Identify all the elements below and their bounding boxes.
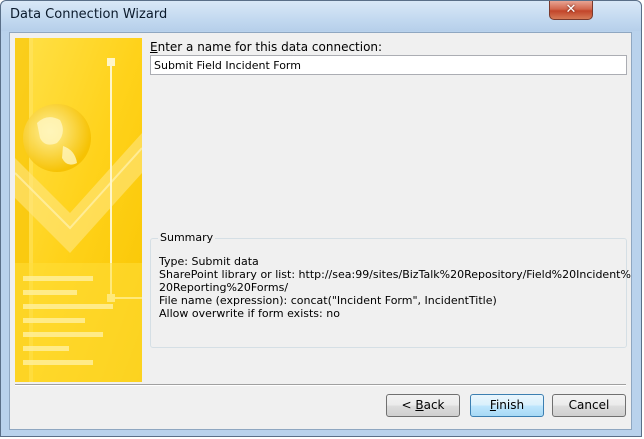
dialog-window: Data Connection Wizard ✕ Enter a name fo… [0, 0, 642, 437]
summary-group: Summary Type: Submit data SharePoint lib… [150, 231, 631, 348]
connection-name-label: Enter a name for this data connection: [150, 40, 382, 54]
finish-button[interactable]: Finish [470, 394, 544, 417]
wizard-banner-image [15, 38, 142, 382]
close-button[interactable]: ✕ [549, 1, 593, 20]
button-separator [15, 384, 626, 386]
cancel-button[interactable]: Cancel [552, 394, 626, 417]
close-icon: ✕ [565, 2, 577, 17]
title-bar[interactable]: Data Connection Wizard ✕ [1, 1, 641, 31]
summary-line: 20Reporting%20Forms/ [159, 281, 289, 294]
cancel-button-label: Cancel [568, 398, 610, 412]
summary-line: Type: Submit data [159, 255, 259, 268]
back-button-label: < Back [401, 398, 445, 412]
finish-button-label: Finish [489, 398, 525, 412]
connection-name-label-text: nter a name for this data connection: [157, 40, 383, 54]
window-title: Data Connection Wizard [10, 7, 168, 22]
summary-line: SharePoint library or list: http://sea:9… [159, 268, 631, 281]
wizard-banner-graphic [15, 38, 142, 382]
summary-line: File name (expression): concat("Incident… [159, 294, 497, 307]
summary-heading: Summary [158, 231, 216, 244]
back-button[interactable]: < Back [386, 394, 460, 417]
access-key-e: E [150, 40, 158, 54]
dialog-client-area: Enter a name for this data connection: S… [9, 32, 632, 430]
connection-name-input[interactable] [150, 55, 627, 75]
summary-line: Allow overwrite if form exists: no [159, 307, 340, 320]
summary-text: Type: Submit data SharePoint library or … [159, 255, 631, 320]
